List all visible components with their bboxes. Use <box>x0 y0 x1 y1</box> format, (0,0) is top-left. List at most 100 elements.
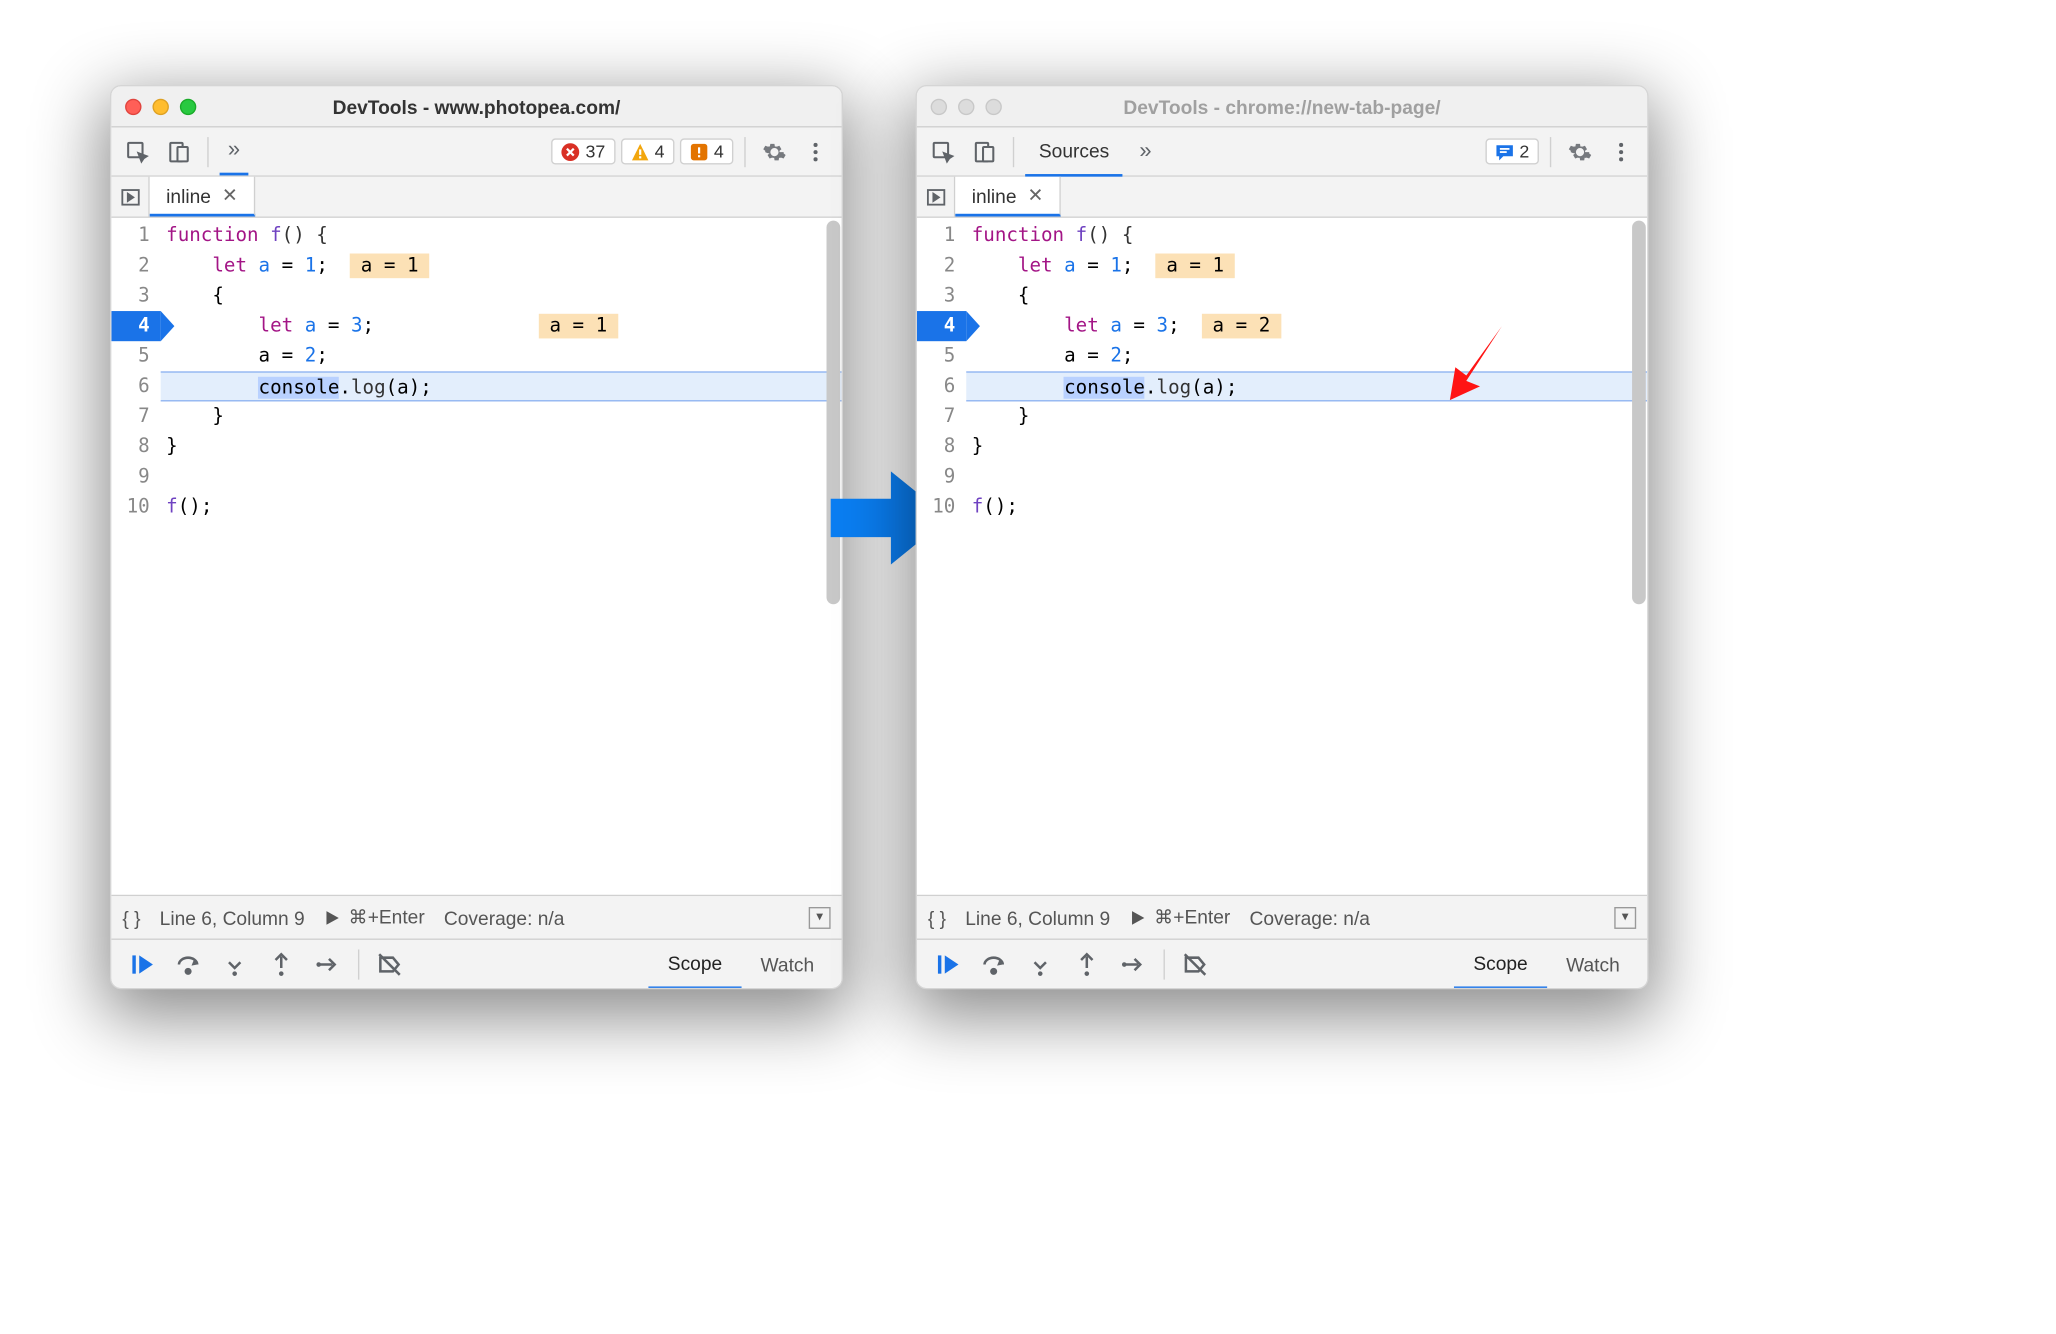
debugger-toolbar: Scope Watch <box>917 939 1647 988</box>
resume-icon[interactable] <box>925 945 969 983</box>
coverage-status: Coverage: n/a <box>444 906 564 928</box>
pretty-print-icon[interactable]: { } <box>928 906 946 928</box>
code-area[interactable]: function f() { let a = 1;a = 1 { let a =… <box>161 218 842 895</box>
editor-statusbar: { } Line 6, Column 9 ⌘+Enter Coverage: n… <box>917 895 1647 939</box>
callout-arrow-icon <box>1420 326 1502 400</box>
device-toggle-icon[interactable] <box>966 134 1002 170</box>
tab-watch[interactable]: Watch <box>1547 939 1639 988</box>
gear-icon[interactable] <box>757 134 793 170</box>
file-tab-inline[interactable]: inline ✕ <box>955 177 1061 217</box>
titlebar: DevTools - chrome://new-tab-page/ <box>917 86 1647 127</box>
dropdown-icon[interactable]: ▾ <box>809 906 831 928</box>
feedback-badge[interactable]: 2 <box>1485 138 1539 164</box>
more-tabs-icon[interactable]: » <box>1128 139 1162 164</box>
file-tab-label: inline <box>972 184 1017 206</box>
line-number: 7 <box>917 401 966 431</box>
navigator-toggle-icon[interactable] <box>917 177 955 217</box>
line-number-exec: 4 <box>917 311 966 341</box>
divider <box>1013 136 1014 166</box>
file-tabbar: inline ✕ <box>111 177 841 218</box>
editor-statusbar: { } Line 6, Column 9 ⌘+Enter Coverage: n… <box>111 895 841 939</box>
step-out-icon[interactable] <box>1065 945 1109 983</box>
run-snippet-hint[interactable]: ⌘+Enter <box>324 906 425 929</box>
deactivate-breakpoints-icon[interactable] <box>368 945 412 983</box>
more-tabs-icon[interactable]: » <box>220 128 249 175</box>
device-toggle-icon[interactable] <box>161 134 197 170</box>
close-window-icon[interactable] <box>125 98 141 114</box>
window-title: DevTools - www.photopea.com/ <box>111 95 841 117</box>
warning-badge[interactable]: 4 <box>620 138 674 164</box>
step-icon[interactable] <box>306 945 350 983</box>
debugger-toolbar: Scope Watch <box>111 939 841 988</box>
tab-sources[interactable]: Sources <box>1025 127 1123 176</box>
close-window-icon[interactable] <box>931 98 947 114</box>
feedback-icon <box>1495 142 1514 161</box>
close-icon[interactable]: ✕ <box>222 184 238 207</box>
zoom-window-icon[interactable] <box>180 98 196 114</box>
line-number: 5 <box>111 341 160 371</box>
line-number: 6 <box>917 371 966 401</box>
minimize-window-icon[interactable] <box>152 98 168 114</box>
step-icon[interactable] <box>1111 945 1155 983</box>
navigator-toggle-icon[interactable] <box>111 177 149 217</box>
file-tab-label: inline <box>166 184 211 206</box>
divider <box>207 136 208 166</box>
issue-badge[interactable]: 4 <box>680 138 734 164</box>
main-toolbar: Sources » 2 <box>917 127 1647 176</box>
line-gutter: 1 2 3 4 5 6 7 8 9 10 <box>917 218 966 895</box>
deactivate-breakpoints-icon[interactable] <box>1173 945 1217 983</box>
main-toolbar: » 37 4 4 <box>111 127 841 176</box>
tab-scope[interactable]: Scope <box>1454 939 1547 988</box>
step-over-icon[interactable] <box>972 945 1016 983</box>
kebab-icon[interactable] <box>798 134 834 170</box>
devtools-window-left: DevTools - www.photopea.com/ » 37 4 <box>110 85 843 989</box>
code-editor[interactable]: 1 2 3 4 5 6 7 8 9 10 function f() { let … <box>917 218 1647 895</box>
step-over-icon[interactable] <box>166 945 210 983</box>
tab-watch[interactable]: Watch <box>741 939 833 988</box>
minimize-window-icon[interactable] <box>958 98 974 114</box>
step-into-icon[interactable] <box>213 945 257 983</box>
warning-count: 4 <box>655 141 665 162</box>
paused-line: console.log(a); <box>161 371 842 401</box>
line-number: 7 <box>111 401 160 431</box>
inline-value-hint: a = 1 <box>538 314 618 339</box>
code-editor[interactable]: 1 2 3 4 5 6 7 8 9 10 function f() { let … <box>111 218 841 895</box>
dropdown-icon[interactable]: ▾ <box>1614 906 1636 928</box>
devtools-window-right: DevTools - chrome://new-tab-page/ Source… <box>916 85 1649 989</box>
error-badge[interactable]: 37 <box>551 138 615 164</box>
inspect-icon[interactable] <box>925 134 961 170</box>
divider <box>1164 949 1165 979</box>
step-out-icon[interactable] <box>259 945 303 983</box>
step-into-icon[interactable] <box>1018 945 1062 983</box>
line-number: 8 <box>111 432 160 462</box>
tab-scope[interactable]: Scope <box>649 939 742 988</box>
divider <box>744 136 745 166</box>
line-number: 10 <box>111 492 160 522</box>
error-icon <box>561 142 580 161</box>
pretty-print-icon[interactable]: { } <box>122 906 140 928</box>
code-area[interactable]: function f() { let a = 1;a = 1 { let a =… <box>966 218 1647 895</box>
line-number: 6 <box>111 371 160 401</box>
inline-value-hint: a = 1 <box>350 254 430 279</box>
console-badges: 37 4 4 <box>551 138 733 164</box>
coverage-status: Coverage: n/a <box>1249 906 1369 928</box>
cursor-position: Line 6, Column 9 <box>965 906 1110 928</box>
scrollbar[interactable] <box>1632 221 1646 605</box>
line-number: 8 <box>917 432 966 462</box>
file-tab-inline[interactable]: inline ✕ <box>150 177 256 217</box>
resume-icon[interactable] <box>120 945 164 983</box>
gear-icon[interactable] <box>1562 134 1598 170</box>
close-icon[interactable]: ✕ <box>1027 184 1043 207</box>
kebab-icon[interactable] <box>1603 134 1639 170</box>
inspect-icon[interactable] <box>120 134 156 170</box>
feedback-count: 2 <box>1519 141 1529 162</box>
line-number: 2 <box>111 251 160 281</box>
inline-value-hint: a = 1 <box>1155 254 1235 279</box>
window-title: DevTools - chrome://new-tab-page/ <box>917 95 1647 117</box>
error-count: 37 <box>585 141 605 162</box>
warning-icon <box>630 142 649 161</box>
zoom-window-icon[interactable] <box>985 98 1001 114</box>
console-badges: 2 <box>1485 138 1539 164</box>
run-snippet-hint[interactable]: ⌘+Enter <box>1129 906 1230 929</box>
line-number: 9 <box>111 462 160 492</box>
